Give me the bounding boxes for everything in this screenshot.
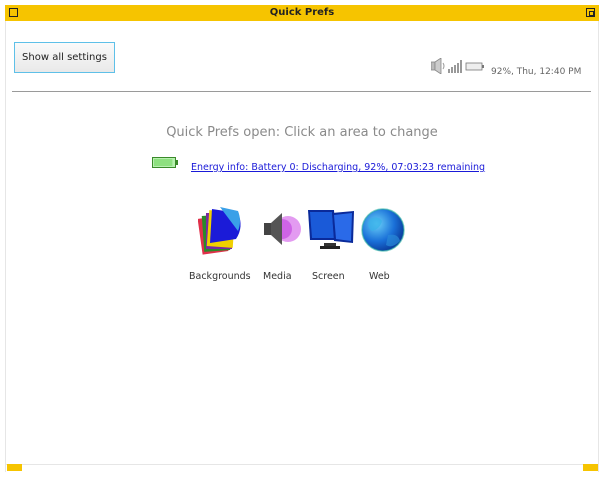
bottom-bar <box>5 464 599 472</box>
divider <box>12 91 591 92</box>
signal-icon[interactable] <box>448 60 462 73</box>
battery-status-icon[interactable] <box>465 62 484 71</box>
window-title: Quick Prefs <box>269 7 335 18</box>
screen-icon <box>308 210 354 249</box>
bottom-right-resize-handle[interactable] <box>583 464 598 471</box>
show-all-settings-button[interactable]: Show all settings <box>14 42 115 73</box>
screen-item[interactable] <box>306 205 356 255</box>
battery-icon <box>152 157 178 168</box>
bottom-left-resize-handle[interactable] <box>7 464 22 471</box>
backgrounds-item[interactable] <box>198 205 246 255</box>
screen-label[interactable]: Screen <box>312 271 345 282</box>
web-icon <box>361 208 405 252</box>
maximize-button[interactable] <box>586 8 595 17</box>
title-bar[interactable]: Quick Prefs <box>5 5 599 21</box>
backgrounds-icon <box>198 207 241 255</box>
web-item[interactable] <box>360 205 406 255</box>
web-label[interactable]: Web <box>369 271 390 282</box>
status-area[interactable] <box>430 57 487 75</box>
page-headline: Quick Prefs open: Click an area to chang… <box>166 125 438 140</box>
speaker-icon[interactable] <box>430 57 445 75</box>
status-text: 92%, Thu, 12:40 PM <box>491 67 582 77</box>
media-item[interactable] <box>262 205 304 255</box>
energy-info-link[interactable]: Energy info: Battery 0: Discharging, 92%… <box>191 162 485 173</box>
backgrounds-label[interactable]: Backgrounds <box>189 271 251 282</box>
media-icon <box>264 213 301 245</box>
media-label[interactable]: Media <box>263 271 292 282</box>
